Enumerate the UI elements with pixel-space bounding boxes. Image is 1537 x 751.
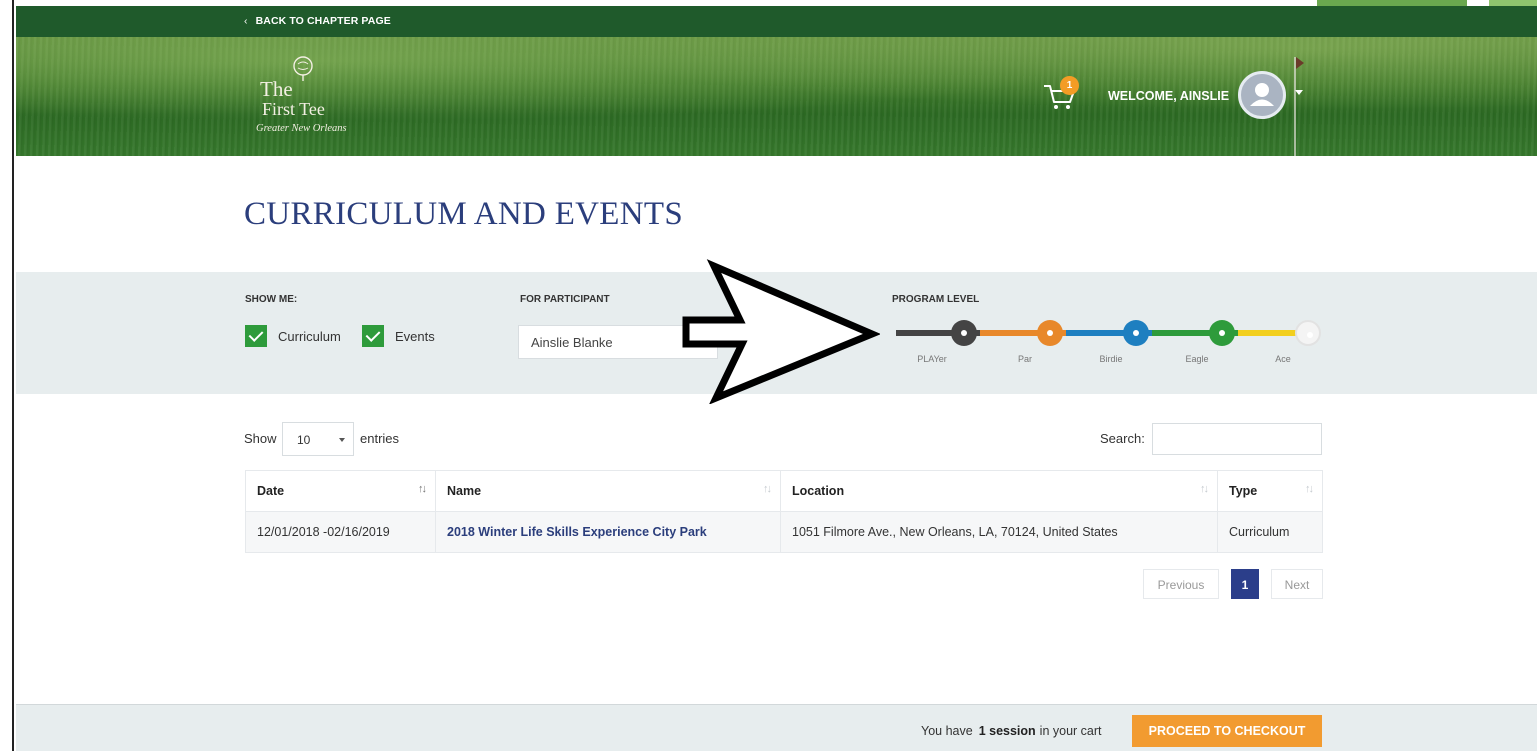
logo-line-chapter: Greater New Orleans: [256, 123, 347, 134]
level-node-ace[interactable]: [1295, 320, 1321, 346]
user-icon: [1250, 83, 1274, 106]
logo-line-first-tee: First Tee: [262, 99, 325, 119]
level-node-eagle[interactable]: [1209, 320, 1235, 346]
page-title: CURRICULUM AND EVENTS: [244, 196, 683, 232]
cart-count-badge: 1: [1060, 76, 1079, 95]
events-checkbox-label[interactable]: Events: [395, 329, 435, 344]
entries-per-page-select[interactable]: 10: [282, 422, 354, 456]
cart-footer: You have 1 session in your cart PROCEED TO…: [16, 704, 1537, 751]
curriculum-checkbox[interactable]: [245, 325, 267, 347]
top-bar: ‹ BACK TO CHAPTER PAGE: [16, 6, 1537, 37]
sort-icon: ↑↓: [418, 483, 427, 495]
search-input[interactable]: [1152, 423, 1322, 455]
header-banner: The First Tee Greater New Orleans 1 WELC…: [16, 37, 1537, 156]
level-label-birdie: Birdie: [1099, 354, 1123, 364]
program-level-label: PROGRAM LEVEL: [892, 294, 980, 305]
entries-label: entries: [360, 431, 400, 446]
flagpole-decoration: [1294, 57, 1296, 156]
table-row: 12/01/2018 -02/16/2019 2018 Winter Life …: [245, 511, 1323, 553]
cell-type: Curriculum: [1217, 511, 1323, 553]
column-header-label: Name: [447, 484, 482, 498]
column-header-location[interactable]: Location ↑↓: [780, 470, 1218, 512]
level-label-ace: Ace: [1275, 354, 1291, 364]
column-header-label: Location: [792, 484, 845, 498]
sort-icon: ↑↓: [1305, 483, 1314, 495]
cart-session-count: 1 session: [978, 724, 1036, 738]
show-label: Show: [244, 431, 277, 446]
dropdown-arrow-icon: [339, 438, 345, 442]
program-level-track: PLAYer Par Birdie Eagle Ace: [880, 312, 1340, 372]
user-menu-caret-icon[interactable]: [1295, 90, 1303, 95]
sort-icon: ↑↓: [1200, 483, 1209, 495]
cart-summary-text: You have 1 session in your cart: [921, 724, 1102, 738]
level-node-par[interactable]: [1037, 320, 1063, 346]
search-label: Search:: [1100, 431, 1145, 446]
cell-name-link[interactable]: 2018 Winter Life Skills Experience City …: [435, 511, 781, 553]
column-header-name[interactable]: Name ↑↓: [435, 470, 781, 512]
column-header-label: Date: [257, 484, 285, 498]
cell-location: 1051 Filmore Ave., New Orleans, LA, 7012…: [780, 511, 1218, 553]
level-node-player[interactable]: [951, 320, 977, 346]
curriculum-checkbox-label[interactable]: Curriculum: [278, 329, 341, 344]
flag-decoration: [1296, 57, 1304, 69]
table-header-row: Date ↑↓ Name ↑↓ Location ↑↓ Type ↑↓: [245, 470, 1323, 512]
events-checkbox[interactable]: [362, 325, 384, 347]
level-label-player: PLAYer: [917, 354, 947, 364]
pagination-next[interactable]: Next: [1271, 569, 1323, 599]
back-to-chapter-link[interactable]: ‹ BACK TO CHAPTER PAGE: [244, 15, 391, 27]
cart-summary-suffix: in your cart: [1039, 724, 1102, 738]
filter-panel: SHOW ME: Curriculum Events FOR PARTICIPA…: [16, 272, 1537, 394]
participant-select[interactable]: Ainslie Blanke: [518, 325, 718, 359]
level-label-par: Par: [1017, 354, 1032, 364]
user-avatar[interactable]: [1238, 71, 1286, 119]
cart-summary-prefix: You have: [921, 724, 973, 738]
golf-ball-logo-icon: [293, 56, 313, 81]
level-label-eagle: Eagle: [1185, 354, 1209, 364]
pagination-previous[interactable]: Previous: [1143, 569, 1219, 599]
pagination-page-1[interactable]: 1: [1231, 569, 1259, 599]
column-header-type[interactable]: Type ↑↓: [1217, 470, 1323, 512]
proceed-to-checkout-button[interactable]: PROCEED TO CHECKOUT: [1132, 715, 1322, 747]
welcome-text: WELCOME, AINSLIE: [1108, 89, 1230, 103]
show-me-label: SHOW ME:: [245, 294, 298, 305]
chevron-left-icon: ‹: [244, 15, 248, 27]
slide-frame-border: [0, 0, 14, 751]
events-table: Date ↑↓ Name ↑↓ Location ↑↓ Type ↑↓ 12/01/20…: [245, 470, 1323, 553]
column-header-date[interactable]: Date ↑↓: [245, 470, 436, 512]
column-header-label: Type: [1229, 484, 1258, 498]
back-link-label: BACK TO CHAPTER PAGE: [255, 15, 391, 27]
cell-date: 12/01/2018 -02/16/2019: [245, 511, 436, 553]
level-node-birdie[interactable]: [1123, 320, 1149, 346]
sort-icon: ↑↓: [763, 483, 772, 495]
entries-select-value: 10: [297, 433, 311, 447]
participant-label: FOR PARTICIPANT: [520, 294, 610, 305]
